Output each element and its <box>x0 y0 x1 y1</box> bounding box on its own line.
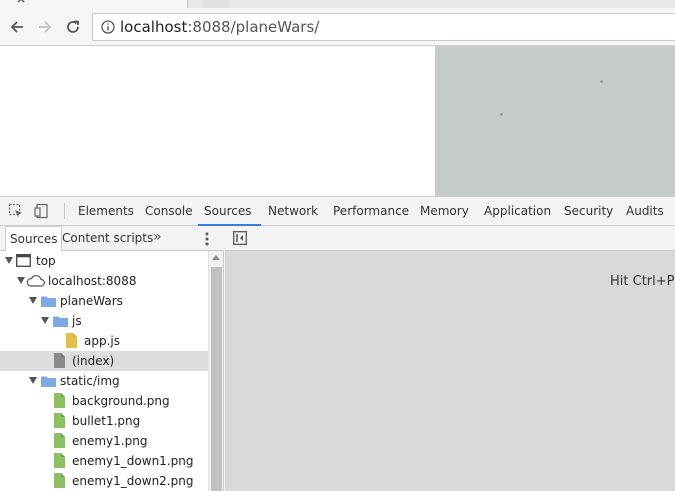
tab-console[interactable]: Console <box>143 197 195 226</box>
tree-item-label: (index) <box>72 354 115 368</box>
tab-application[interactable]: Application <box>482 197 553 226</box>
url-path: :8088/planeWars/ <box>187 18 320 36</box>
tab-security[interactable]: Security <box>562 197 615 226</box>
back-arrow-icon <box>10 21 23 33</box>
image-file-icon <box>54 393 65 408</box>
expand-arrow-icon[interactable] <box>29 297 37 304</box>
folder-icon <box>41 296 56 307</box>
tree-item-file[interactable]: bullet1.png <box>0 411 208 431</box>
expand-arrow-icon[interactable] <box>5 257 13 264</box>
tree-item-label: enemy1.png <box>72 434 148 448</box>
tree-item-label: app.js <box>84 334 120 348</box>
scrollbar-thumb[interactable] <box>211 267 222 491</box>
tab-network[interactable]: Network <box>266 197 320 226</box>
tab-audits[interactable]: Audits <box>624 197 666 226</box>
tree-item-label: enemy1_down1.png <box>72 454 194 468</box>
image-file-icon <box>54 413 65 428</box>
canvas-dot <box>500 113 503 116</box>
devtools-panel: Elements Console Sources Network Perform… <box>0 196 675 491</box>
editor-area: Hit Ctrl+P <box>225 226 675 491</box>
image-file-icon <box>54 473 65 488</box>
new-tab-button[interactable] <box>202 0 230 8</box>
tab-sources[interactable]: Sources <box>198 197 262 226</box>
toggle-navigator-icon[interactable] <box>233 231 247 245</box>
tree-item-label: localhost:8088 <box>48 274 137 288</box>
frame-icon <box>16 254 31 267</box>
reload-button[interactable] <box>61 15 85 39</box>
game-canvas[interactable] <box>435 46 675 196</box>
tab-elements[interactable]: Elements <box>76 197 136 226</box>
tree-item-label: planeWars <box>60 294 123 308</box>
tree-item-label: js <box>72 314 82 328</box>
script-file-icon <box>66 333 77 348</box>
browser-tab[interactable] <box>0 0 188 8</box>
tree-item-file[interactable]: enemy1.png <box>0 431 208 451</box>
tree-item-file[interactable]: enemy1_down2.png <box>0 471 208 491</box>
cloud-icon <box>26 275 45 287</box>
document-file-icon <box>54 353 65 368</box>
image-file-icon <box>54 453 65 468</box>
url-host: localhost <box>120 18 188 36</box>
tree-item-file[interactable]: background.png <box>0 391 208 411</box>
page-viewport <box>0 46 675 196</box>
image-file-icon <box>54 433 65 448</box>
more-options-icon[interactable] <box>202 231 212 247</box>
tree-item-file[interactable]: app.js <box>0 331 208 351</box>
tree-item-file[interactable]: enemy1_down1.png <box>0 451 208 471</box>
tab-performance[interactable]: Performance <box>331 197 411 226</box>
expand-arrow-icon[interactable] <box>41 317 49 324</box>
devtools-tabbar: Elements Console Sources Network Perform… <box>0 197 675 226</box>
tree-item-label: enemy1_down2.png <box>72 474 194 488</box>
tree-item-label: bullet1.png <box>72 414 141 428</box>
tree-item-folder[interactable]: static/img <box>0 371 208 391</box>
navigator-tabs: Sources Content scripts » <box>0 226 224 251</box>
navigator-tab-sources[interactable]: Sources <box>5 226 63 251</box>
expand-arrow-icon[interactable] <box>17 277 25 284</box>
info-icon[interactable] <box>101 20 115 34</box>
quick-open-hint: Hit Ctrl+P <box>610 274 675 289</box>
folder-icon <box>53 316 68 327</box>
tree-item-folder[interactable]: js <box>0 311 208 331</box>
sources-navigator: Sources Content scripts » top localhost:… <box>0 226 224 491</box>
forward-arrow-icon <box>39 21 52 33</box>
tree-item-label: top <box>36 254 56 268</box>
toolbar-divider <box>64 203 65 219</box>
folder-icon <box>41 376 56 387</box>
device-toolbar-icon[interactable] <box>34 203 50 219</box>
tab-memory[interactable]: Memory <box>418 197 471 226</box>
editor-toolbar <box>225 226 675 251</box>
tab-strip <box>0 0 675 8</box>
tree-item-file-selected[interactable]: (index) <box>0 351 208 371</box>
inspect-element-icon[interactable] <box>8 203 24 219</box>
back-button[interactable] <box>5 15 29 39</box>
tree-item-top[interactable]: top <box>0 251 208 271</box>
close-icon[interactable] <box>16 0 28 6</box>
address-bar[interactable]: localhost:8088/planeWars/ <box>92 13 675 41</box>
scroll-up-arrow-icon[interactable] <box>212 255 220 260</box>
canvas-dot <box>600 80 603 83</box>
tree-item-domain[interactable]: localhost:8088 <box>0 271 208 291</box>
tree-item-label: background.png <box>72 394 170 408</box>
navigator-scrollbar[interactable] <box>208 251 223 491</box>
file-tree: top localhost:8088 planeWars js app.js (… <box>0 251 208 491</box>
expand-arrow-icon[interactable] <box>29 377 37 384</box>
url-text[interactable]: localhost:8088/planeWars/ <box>120 19 319 36</box>
browser-toolbar: localhost:8088/planeWars/ <box>0 8 675 46</box>
navigator-tab-content-scripts[interactable]: Content scripts <box>62 226 153 251</box>
forward-button[interactable] <box>33 15 57 39</box>
more-tabs-button[interactable]: » <box>153 226 162 251</box>
tree-item-label: static/img <box>60 374 120 388</box>
tree-item-folder[interactable]: planeWars <box>0 291 208 311</box>
reload-icon <box>67 20 79 33</box>
